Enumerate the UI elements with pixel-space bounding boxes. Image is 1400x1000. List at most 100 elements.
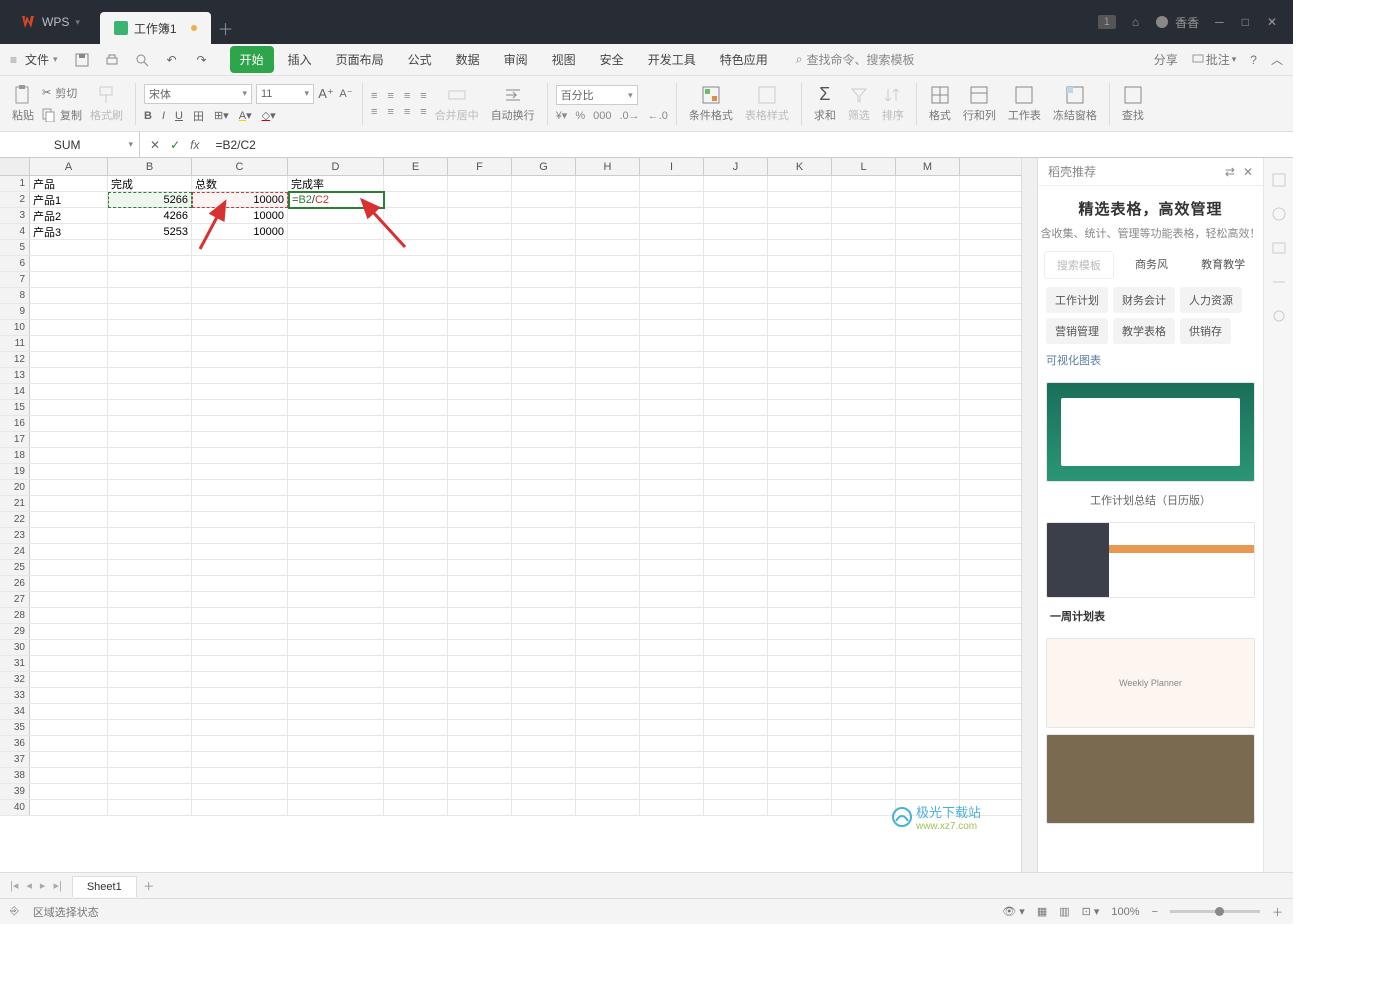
cell[interactable] [640, 176, 704, 191]
cell[interactable] [448, 288, 512, 303]
cell[interactable] [832, 560, 896, 575]
row-header-14[interactable]: 14 [0, 384, 30, 399]
cell[interactable] [640, 288, 704, 303]
cell[interactable] [448, 720, 512, 735]
cell[interactable] [576, 400, 640, 415]
cell[interactable] [512, 176, 576, 191]
cell[interactable] [512, 256, 576, 271]
cell[interactable] [576, 768, 640, 783]
cell[interactable] [512, 304, 576, 319]
cell[interactable] [448, 448, 512, 463]
cell[interactable] [832, 528, 896, 543]
cell[interactable]: 5253 [108, 224, 192, 239]
cell[interactable] [576, 592, 640, 607]
cell[interactable] [512, 800, 576, 815]
cell[interactable] [768, 512, 832, 527]
cell[interactable] [832, 352, 896, 367]
col-M[interactable]: M [896, 158, 960, 175]
cell[interactable] [896, 736, 960, 751]
cell[interactable] [288, 704, 384, 719]
format-painter-button[interactable]: 格式刷 [86, 83, 127, 125]
cell[interactable] [288, 608, 384, 623]
cell[interactable] [640, 672, 704, 687]
col-L[interactable]: L [832, 158, 896, 175]
cell[interactable] [896, 288, 960, 303]
cell[interactable] [512, 768, 576, 783]
cell[interactable] [640, 320, 704, 335]
increase-font-icon[interactable]: A⁺ [318, 86, 334, 102]
col-J[interactable]: J [704, 158, 768, 175]
cell[interactable] [512, 496, 576, 511]
cell[interactable] [448, 704, 512, 719]
cell[interactable] [768, 256, 832, 271]
cell[interactable] [896, 720, 960, 735]
cell[interactable] [448, 768, 512, 783]
cell[interactable] [192, 560, 288, 575]
cell[interactable] [384, 224, 448, 239]
cell[interactable] [832, 192, 896, 207]
col-H[interactable]: H [576, 158, 640, 175]
cell[interactable] [288, 512, 384, 527]
cell[interactable] [640, 256, 704, 271]
cell[interactable] [512, 432, 576, 447]
cell[interactable] [640, 656, 704, 671]
cell[interactable] [576, 384, 640, 399]
cell[interactable] [896, 384, 960, 399]
cell[interactable] [896, 688, 960, 703]
cell[interactable] [832, 800, 896, 815]
name-box[interactable]: SUM ▾ [0, 132, 140, 157]
zoom-in-icon[interactable]: ＋ [1272, 904, 1283, 920]
panel-menu-icon[interactable]: ⇄ [1225, 165, 1235, 179]
cell[interactable] [192, 704, 288, 719]
cell[interactable] [108, 416, 192, 431]
cell[interactable] [288, 800, 384, 815]
select-all-corner[interactable] [0, 158, 30, 175]
cell[interactable] [640, 752, 704, 767]
row-header-11[interactable]: 11 [0, 336, 30, 351]
cell[interactable] [30, 688, 108, 703]
cell[interactable] [30, 544, 108, 559]
cell[interactable] [832, 416, 896, 431]
cell[interactable] [704, 416, 768, 431]
cell[interactable] [704, 544, 768, 559]
tab-insert[interactable]: 插入 [278, 46, 322, 73]
cell[interactable] [384, 496, 448, 511]
cell[interactable] [640, 368, 704, 383]
cell[interactable] [704, 320, 768, 335]
cell[interactable] [30, 368, 108, 383]
cell[interactable] [108, 656, 192, 671]
cell[interactable] [448, 512, 512, 527]
cell[interactable] [288, 496, 384, 511]
cell[interactable] [640, 544, 704, 559]
cell[interactable] [832, 640, 896, 655]
cell[interactable] [640, 608, 704, 623]
cell[interactable]: 产品2 [30, 208, 108, 223]
panel-close-icon[interactable]: ✕ [1243, 165, 1253, 179]
spreadsheet[interactable]: A B C D E F G H I J K L M 1产品完成总数完成率2产品1… [0, 158, 1021, 872]
cell[interactable] [192, 288, 288, 303]
cell[interactable] [704, 288, 768, 303]
cell[interactable] [30, 656, 108, 671]
cell[interactable] [384, 464, 448, 479]
cell[interactable]: 10000 [192, 224, 288, 239]
row-header-40[interactable]: 40 [0, 800, 30, 815]
cell[interactable] [512, 464, 576, 479]
menu-icon[interactable]: ≡ [10, 53, 17, 67]
cell[interactable] [192, 656, 288, 671]
print-preview-icon[interactable] [134, 52, 150, 68]
cell[interactable] [192, 800, 288, 815]
cell[interactable] [640, 480, 704, 495]
cell[interactable] [192, 384, 288, 399]
cell[interactable] [30, 768, 108, 783]
row-header-12[interactable]: 12 [0, 352, 30, 367]
cell[interactable] [768, 704, 832, 719]
cell[interactable] [640, 512, 704, 527]
cell[interactable] [192, 576, 288, 591]
cell[interactable] [640, 736, 704, 751]
cell[interactable] [30, 240, 108, 255]
cell[interactable] [108, 640, 192, 655]
cell[interactable] [288, 304, 384, 319]
cell[interactable] [896, 800, 960, 815]
cell[interactable] [108, 544, 192, 559]
cell[interactable] [704, 192, 768, 207]
